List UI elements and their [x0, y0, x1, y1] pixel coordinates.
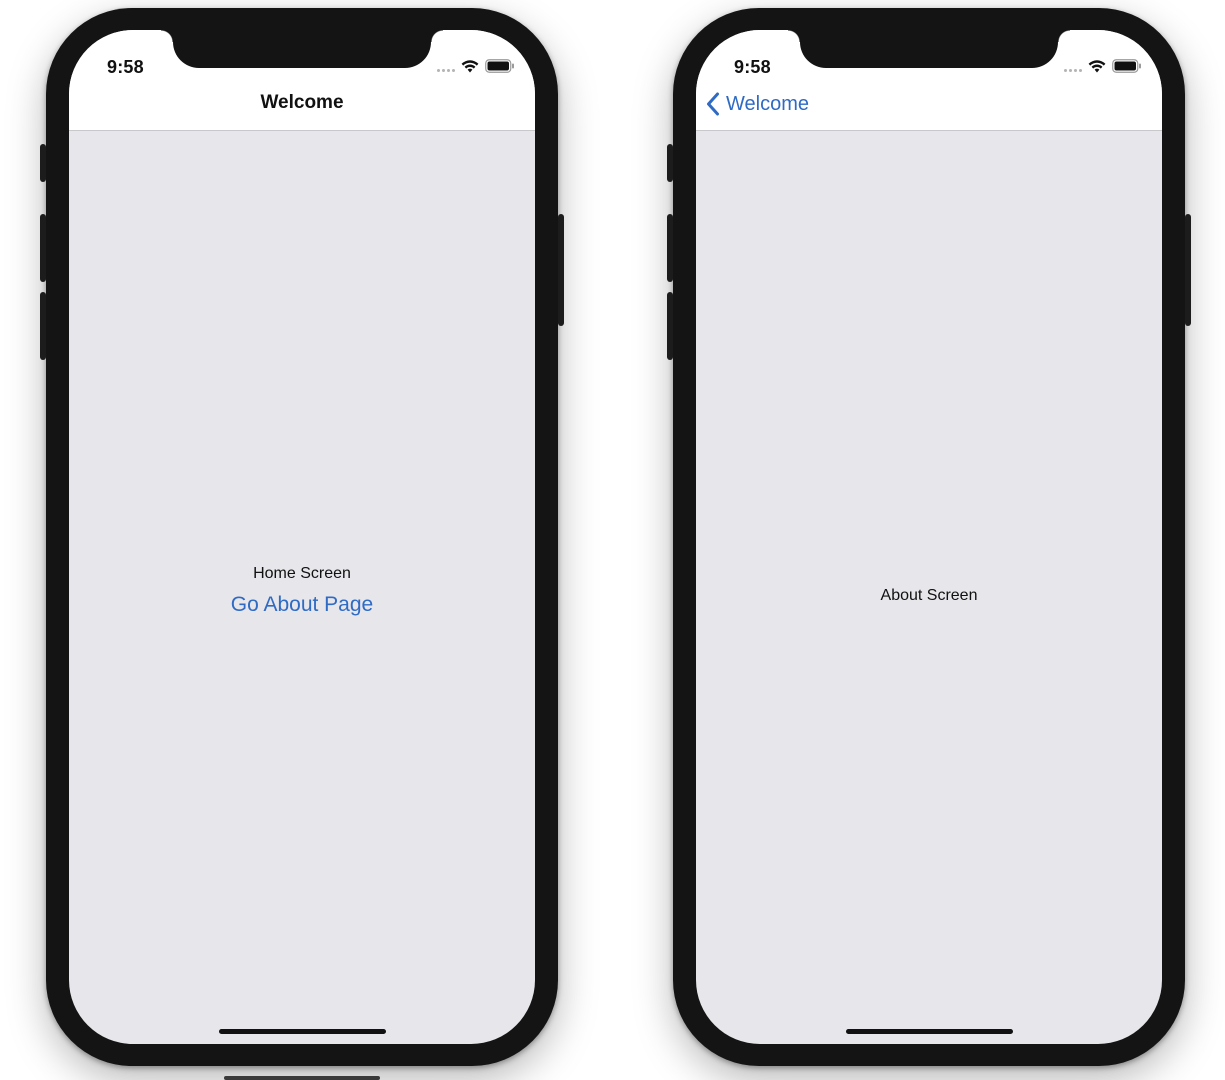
bottom-edge-bar: [224, 1076, 380, 1080]
battery-icon: [1112, 59, 1141, 73]
mute-switch: [667, 144, 673, 182]
phone-about: 9:58 Welcome About Screen: [667, 8, 1191, 1066]
about-screen: 9:58 Welcome About Screen: [696, 30, 1162, 1044]
nav-title: Welcome: [260, 92, 344, 113]
status-icons: [437, 58, 515, 74]
wifi-icon: [461, 60, 479, 73]
power-button: [558, 214, 564, 326]
volume-up-button: [667, 214, 673, 282]
signal-icon: [1064, 60, 1082, 72]
wifi-icon: [1088, 60, 1106, 73]
home-indicator[interactable]: [846, 1029, 1013, 1034]
volume-up-button: [40, 214, 46, 282]
status-time: 9:58: [734, 57, 771, 77]
back-chevron-icon: [707, 92, 719, 116]
battery-icon: [485, 59, 514, 73]
notch: [161, 30, 443, 68]
power-button: [1185, 214, 1191, 326]
signal-icon: [437, 60, 455, 72]
navigation-bar: 9:58 Welcome: [69, 30, 535, 131]
navigation-bar: 9:58 Welcome: [696, 30, 1162, 131]
home-indicator[interactable]: [219, 1029, 386, 1034]
volume-down-button: [667, 292, 673, 360]
home-screen-label: Home Screen: [253, 565, 351, 582]
mute-switch: [40, 144, 46, 182]
go-about-page-button[interactable]: Go About Page: [69, 593, 535, 617]
phone-home: 9:58 Welcome Home Screen Go About Page: [40, 8, 564, 1066]
screenshot-stage: 9:58 Welcome Home Screen Go About Page 9…: [0, 0, 1225, 1080]
volume-down-button: [40, 292, 46, 360]
status-icons: [1064, 58, 1142, 74]
back-button[interactable]: Welcome: [706, 92, 809, 116]
about-screen-label: About Screen: [880, 587, 978, 604]
back-button-label: Welcome: [726, 92, 809, 115]
status-time: 9:58: [107, 57, 144, 77]
home-screen: 9:58 Welcome Home Screen Go About Page: [69, 30, 535, 1044]
notch: [788, 30, 1070, 68]
